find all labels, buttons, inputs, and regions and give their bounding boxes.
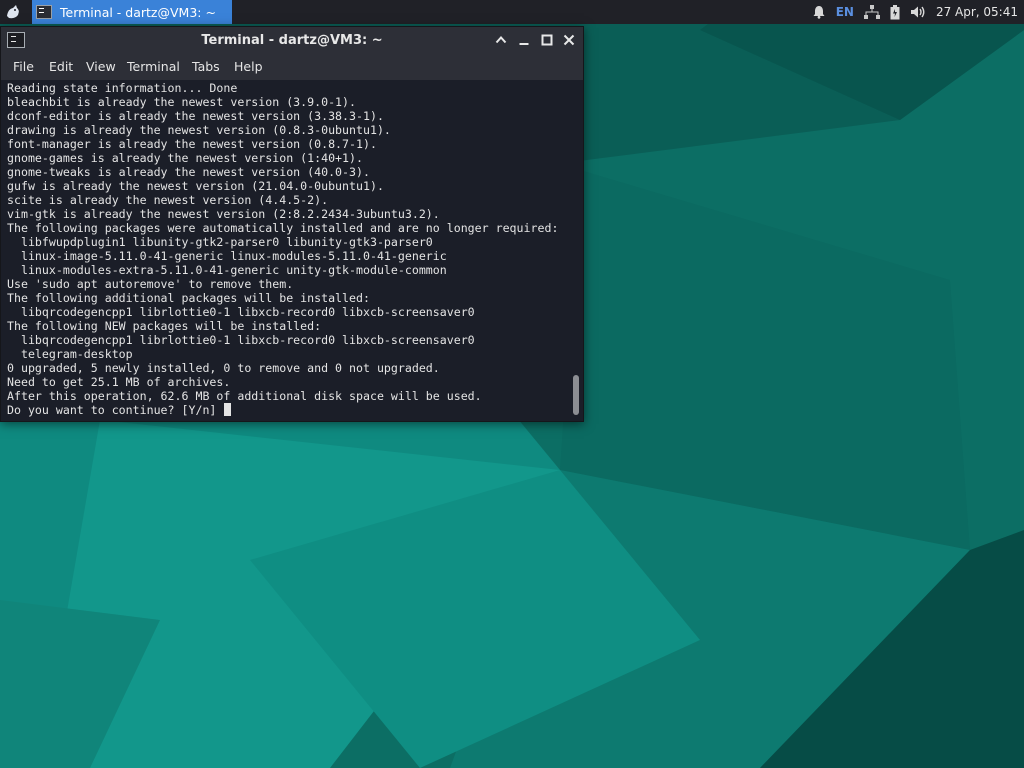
terminal-output-area[interactable]: Reading state information... Done bleach… <box>1 80 583 421</box>
whisker-menu-icon[interactable] <box>4 3 22 21</box>
terminal-line: scite is already the newest version (4.4… <box>7 193 329 207</box>
maximize-button-icon[interactable] <box>540 33 554 47</box>
volume-icon[interactable] <box>910 5 926 19</box>
terminal-icon <box>36 5 52 19</box>
terminal-line: linux-image-5.11.0-41-generic linux-modu… <box>7 249 447 263</box>
close-button-icon[interactable] <box>562 33 576 47</box>
system-tray: EN 27 Apr, 05:41 <box>812 0 1024 24</box>
terminal-line: The following NEW packages will be insta… <box>7 319 322 333</box>
terminal-window: Terminal - dartz@VM3: ~ File Edit View T… <box>0 26 584 422</box>
terminal-line: drawing is already the newest version (0… <box>7 123 391 137</box>
menu-terminal[interactable]: Terminal <box>127 59 180 74</box>
menu-help[interactable]: Help <box>234 59 263 74</box>
menu-edit[interactable]: Edit <box>49 59 73 74</box>
terminal-line: libqrcodegencpp1 librlottie0-1 libxcb-re… <box>7 305 475 319</box>
terminal-line: libqrcodegencpp1 librlottie0-1 libxcb-re… <box>7 333 475 347</box>
menu-tabs[interactable]: Tabs <box>192 59 220 74</box>
window-titlebar[interactable]: Terminal - dartz@VM3: ~ <box>1 27 583 55</box>
terminal-line: 0 upgraded, 5 newly installed, 0 to remo… <box>7 361 440 375</box>
terminal-line: libfwupdplugin1 libunity-gtk2-parser0 li… <box>7 235 433 249</box>
terminal-line: telegram-desktop <box>7 347 133 361</box>
terminal-line: bleachbit is already the newest version … <box>7 95 357 109</box>
terminal-scrollbar[interactable] <box>571 81 581 419</box>
terminal-line: After this operation, 62.6 MB of additio… <box>7 389 482 403</box>
shade-button-icon[interactable] <box>494 33 508 47</box>
menu-view[interactable]: View <box>86 59 116 74</box>
terminal-line: gufw is already the newest version (21.0… <box>7 179 384 193</box>
terminal-line: gnome-games is already the newest versio… <box>7 151 363 165</box>
minimize-button-icon[interactable] <box>517 33 531 47</box>
notification-bell-icon[interactable] <box>812 5 826 19</box>
keyboard-layout-indicator[interactable]: EN <box>836 5 854 19</box>
menu-bar: File Edit View Terminal Tabs Help <box>1 55 583 79</box>
top-panel: Terminal - dartz@VM3: ~ EN 27 Apr, 05:41 <box>0 0 1024 24</box>
terminal-line: The following additional packages will b… <box>7 291 370 305</box>
network-icon[interactable] <box>863 5 880 19</box>
terminal-line: Use 'sudo apt autoremove' to remove them… <box>7 277 294 291</box>
battery-icon[interactable] <box>890 4 900 20</box>
menu-file[interactable]: File <box>13 59 34 74</box>
taskbar-terminal-label: Terminal - dartz@VM3: ~ <box>60 4 216 20</box>
terminal-line: gnome-tweaks is already the newest versi… <box>7 165 370 179</box>
terminal-line: Need to get 25.1 MB of archives. <box>7 375 231 389</box>
terminal-prompt: Do you want to continue? [Y/n] <box>7 403 224 417</box>
terminal-line: font-manager is already the newest versi… <box>7 137 377 151</box>
text-cursor <box>224 403 232 416</box>
terminal-text: Reading state information... Done bleach… <box>7 81 558 417</box>
scrollbar-thumb[interactable] <box>573 375 579 415</box>
terminal-line: The following packages were automaticall… <box>7 221 559 235</box>
terminal-line: vim-gtk is already the newest version (2… <box>7 207 440 221</box>
terminal-line: Reading state information... Done <box>7 81 238 95</box>
terminal-line: linux-modules-extra-5.11.0-41-generic un… <box>7 263 447 277</box>
taskbar-terminal-button[interactable]: Terminal - dartz@VM3: ~ <box>32 0 232 24</box>
terminal-line: dconf-editor is already the newest versi… <box>7 109 384 123</box>
clock[interactable]: 27 Apr, 05:41 <box>936 5 1018 19</box>
